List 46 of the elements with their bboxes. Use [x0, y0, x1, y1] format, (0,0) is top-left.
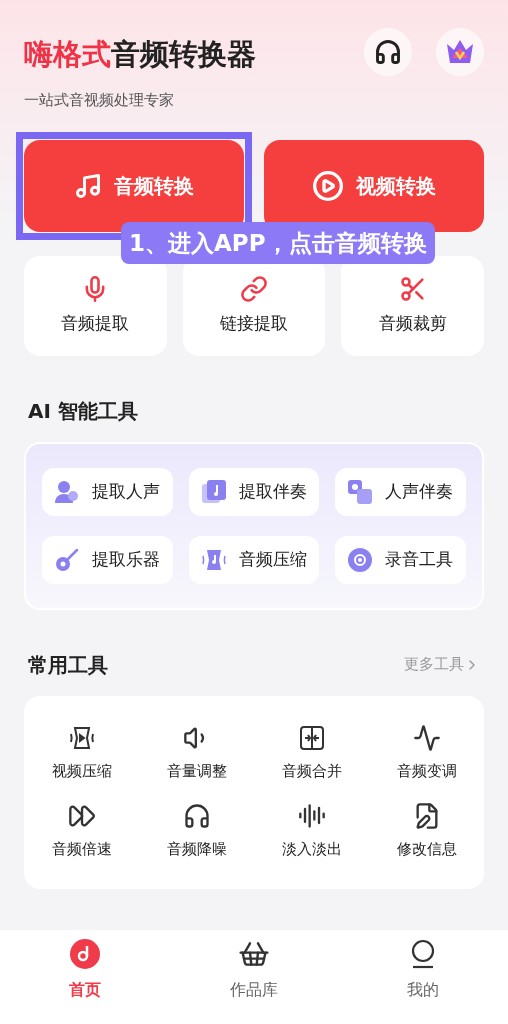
ai-tool-button[interactable]: 人声伴奏 — [335, 467, 466, 516]
vip-button[interactable] — [436, 28, 484, 76]
music-note-icon — [74, 171, 102, 200]
crown-icon — [445, 39, 475, 65]
nav-tab[interactable]: 首页 — [0, 938, 170, 1024]
convert-button[interactable]: 视频转换 — [264, 139, 484, 232]
fast-forward-icon — [67, 802, 96, 830]
headphones-icon — [182, 802, 211, 830]
app-brand: 嗨格式 — [24, 40, 111, 69]
tool-card[interactable]: 音频提取 — [24, 255, 167, 356]
app-title: 音频转换器 — [111, 40, 256, 69]
link-icon — [240, 274, 268, 303]
ai-tool-button[interactable]: 提取乐器 — [42, 535, 173, 584]
tool-card[interactable]: 音频裁剪 — [341, 255, 484, 356]
tool-item[interactable]: 淡入淡出 — [254, 802, 369, 861]
tool-item[interactable]: 修改信息 — [369, 802, 484, 861]
convert-button[interactable]: 音频转换 — [24, 139, 244, 232]
tool-item[interactable]: 音频合并 — [254, 723, 369, 782]
tool-item[interactable]: 音频降噪 — [139, 802, 254, 861]
play-icon — [312, 169, 344, 202]
tutorial-tooltip: 1、进入APP，点击音频转换 — [121, 221, 435, 264]
tool-item[interactable]: 视频压缩 — [24, 723, 139, 782]
merge-icon — [297, 723, 326, 752]
customer-service-button[interactable] — [364, 28, 412, 76]
app-subtitle: 一站式音视频处理专家 — [24, 90, 175, 111]
pulse-icon — [412, 723, 441, 752]
ai-tool-button[interactable]: 提取人声 — [42, 467, 173, 516]
sound-wave-icon — [297, 802, 326, 830]
tool-item[interactable]: 音频变调 — [369, 723, 484, 782]
tool-item[interactable]: 音量调整 — [139, 723, 254, 782]
section-title: AI 智能工具 — [27, 397, 139, 425]
music-note-icon — [200, 478, 227, 505]
ai-tool-button[interactable]: 录音工具 — [335, 535, 466, 584]
overlapping-squares-icon — [347, 478, 374, 505]
section-title: 常用工具 — [28, 651, 108, 679]
music-disc-icon — [68, 938, 101, 970]
guitar-icon — [54, 546, 80, 573]
person-icon — [54, 478, 80, 505]
scissors-icon — [398, 274, 427, 303]
record-icon — [347, 546, 374, 573]
nav-tab[interactable]: 我的 — [338, 938, 508, 1024]
headset-icon — [374, 38, 402, 66]
ai-tool-button[interactable]: 音频压缩 — [188, 535, 320, 584]
ai-tool-button[interactable]: 提取伴奏 — [188, 467, 320, 516]
nav-tab[interactable]: 作品库 — [169, 938, 339, 1024]
tool-item[interactable]: 音频倍速 — [24, 802, 139, 861]
